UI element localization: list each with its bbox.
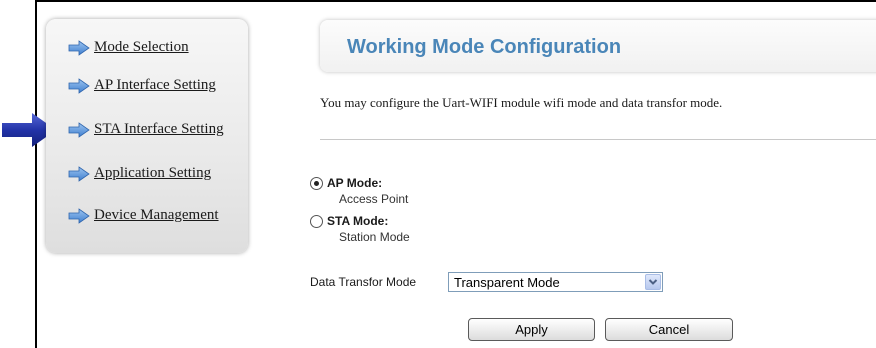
cancel-button[interactable]: Cancel — [605, 318, 733, 341]
sta-mode-label: STA Mode: — [327, 214, 389, 228]
sta-mode-radio[interactable] — [310, 214, 323, 228]
sidebar-item-mode-selection[interactable]: Mode Selection — [68, 39, 189, 56]
chevron-down-icon — [648, 279, 658, 285]
page-description: You may configure the Uart-WIFI module w… — [320, 95, 723, 110]
arrow-right-icon — [68, 207, 90, 224]
sta-mode-description: Station Mode — [339, 230, 410, 244]
sidebar-item-ap-interface-setting[interactable]: AP Interface Setting — [68, 77, 216, 94]
arrow-right-icon — [68, 77, 90, 94]
sidebar-item-label[interactable]: AP Interface Setting — [94, 77, 216, 94]
sidebar-item-label[interactable]: Device Management — [94, 207, 219, 224]
arrow-right-icon — [68, 165, 90, 182]
data-transfer-mode-label: Data Transfor Mode — [310, 275, 417, 289]
page-title-box: Working Mode Configuration — [320, 20, 876, 72]
ap-mode-radio[interactable] — [310, 176, 323, 190]
sidebar-item-sta-interface-setting[interactable]: STA Interface Setting — [68, 121, 224, 138]
data-transfer-mode-value: Transparent Mode — [454, 275, 560, 290]
section-divider — [320, 139, 876, 140]
apply-button[interactable]: Apply — [468, 318, 595, 341]
ap-mode-label: AP Mode: — [327, 176, 383, 190]
page-frame-top-border — [35, 0, 876, 2]
sidebar-item-label[interactable]: STA Interface Setting — [94, 121, 224, 138]
select-dropdown-button[interactable] — [645, 274, 661, 290]
data-transfer-mode-select[interactable]: Transparent Mode — [448, 272, 663, 292]
sidebar-item-device-management[interactable]: Device Management — [68, 207, 219, 224]
sidebar-item-label[interactable]: Application Setting — [94, 165, 211, 182]
sidebar-item-application-setting[interactable]: Application Setting — [68, 165, 211, 182]
arrow-right-icon — [68, 39, 90, 56]
arrow-right-icon — [68, 121, 90, 138]
ap-mode-description: Access Point — [339, 192, 409, 206]
sidebar-item-label[interactable]: Mode Selection — [94, 39, 189, 56]
sta-mode-option[interactable]: STA Mode: — [310, 214, 388, 228]
sidebar-menu: Mode Selection AP Interface Setting STA … — [46, 19, 248, 253]
ap-mode-option[interactable]: AP Mode: — [310, 176, 382, 190]
page-title: Working Mode Configuration — [347, 36, 622, 58]
page-frame-left-border — [35, 0, 37, 348]
